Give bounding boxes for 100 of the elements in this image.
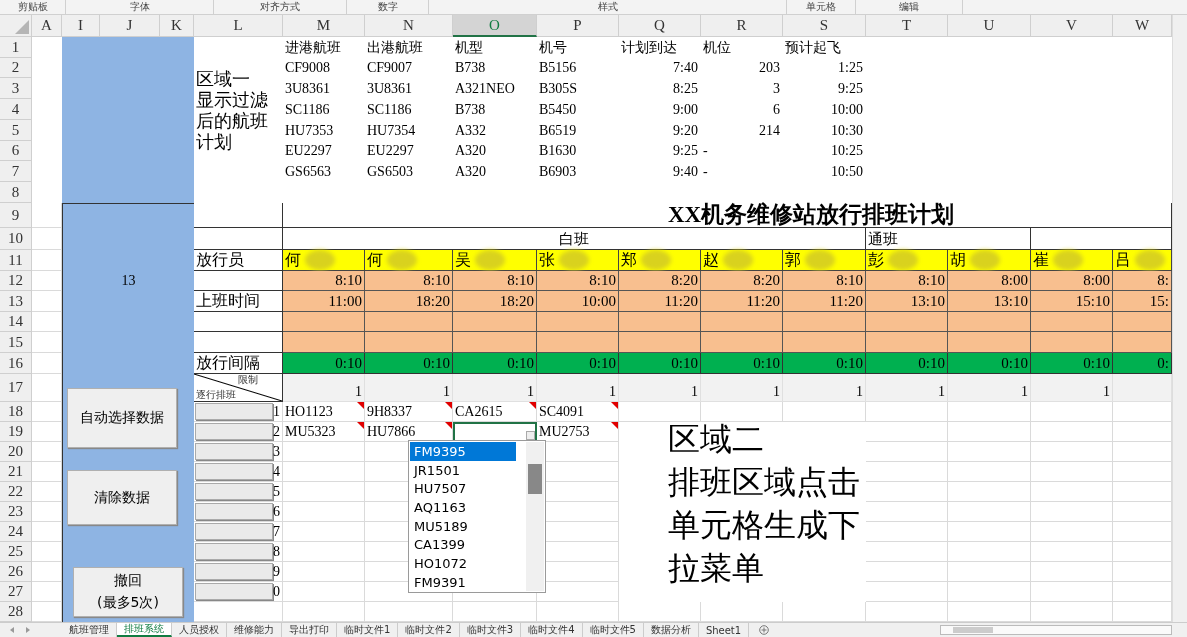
- sheet-tab[interactable]: 数据分析: [643, 623, 699, 637]
- row-index: 0: [273, 584, 280, 599]
- column-header[interactable]: N: [365, 15, 453, 37]
- table-cell-text: B5156: [538, 59, 578, 77]
- column-header[interactable]: S: [783, 15, 866, 37]
- row-button[interactable]: [195, 463, 273, 480]
- flight-code[interactable]: MU2753: [539, 425, 590, 439]
- sheet-tab[interactable]: 临时文件3: [459, 623, 522, 637]
- column-header[interactable]: V: [1031, 15, 1113, 37]
- dropdown-item[interactable]: MU5189: [410, 516, 516, 536]
- scrollbar[interactable]: [1172, 15, 1187, 622]
- table-cell: 0:10: [283, 353, 365, 374]
- dropdown-item[interactable]: JR1501: [410, 460, 516, 480]
- row-button[interactable]: [195, 403, 273, 420]
- row-number: 12: [0, 271, 32, 291]
- column-header[interactable]: P: [537, 15, 619, 37]
- ribbon-group-label: 样式: [597, 2, 618, 12]
- table-cell-text: B738: [454, 101, 487, 119]
- column-label: 机号: [538, 39, 568, 57]
- row-button[interactable]: [195, 423, 273, 440]
- column-header[interactable]: W: [1113, 15, 1172, 37]
- table-cell-text: 10:30: [830, 122, 864, 140]
- dropdown-item[interactable]: HO1072: [410, 554, 516, 573]
- flight-code[interactable]: HU7866: [367, 425, 416, 439]
- column-header[interactable]: I: [62, 15, 100, 37]
- table-cell-text: -: [702, 142, 709, 160]
- row-number: 1: [0, 37, 32, 58]
- table-cell-text: EU2297: [284, 142, 333, 160]
- column-header[interactable]: J: [100, 15, 160, 37]
- dropdown-item[interactable]: AQ1163: [410, 498, 516, 517]
- table-cell: 10:00: [537, 291, 619, 312]
- column-header[interactable]: K: [160, 15, 194, 37]
- redaction-mark: [1135, 250, 1165, 270]
- sheet-tab[interactable]: 维修能力: [227, 623, 282, 637]
- row-button[interactable]: [195, 563, 273, 580]
- sheet-tab[interactable]: 排班系统: [117, 623, 172, 637]
- row-button[interactable]: [195, 523, 273, 540]
- action-button[interactable]: 清除数据: [67, 470, 177, 525]
- redaction-mark: [559, 250, 589, 270]
- dropdown-item[interactable]: FM9395: [410, 442, 516, 461]
- flight-code[interactable]: MU5323: [285, 425, 336, 439]
- next-icon[interactable]: [24, 626, 32, 634]
- dropdown-item[interactable]: FM9391: [410, 572, 516, 592]
- sheet-tab[interactable]: 临时文件4: [521, 623, 583, 637]
- sheet-tab[interactable]: 临时文件2: [398, 623, 460, 637]
- table-cell: 1: [537, 374, 619, 402]
- header-text: 逐行排班: [196, 390, 236, 400]
- flight-code[interactable]: CA2615: [455, 405, 503, 419]
- sheet-tab[interactable]: 临时文件5: [582, 623, 644, 637]
- action-button[interactable]: 自动选择数据: [67, 388, 177, 448]
- table-cell: 8:20: [701, 271, 783, 291]
- schedule-title: XX机务维修站放行排班计划: [283, 203, 1172, 228]
- row-index: 2: [273, 424, 280, 439]
- previous-icon[interactable]: [8, 626, 16, 634]
- staff-name: 郭: [785, 252, 801, 268]
- row-number: 2: [0, 58, 32, 78]
- row-button[interactable]: [195, 503, 273, 520]
- table-cell: 0:10: [948, 353, 1031, 374]
- table-cell-text: CF9008: [284, 59, 332, 77]
- column-header[interactable]: L: [194, 15, 283, 37]
- dropdown-item[interactable]: CA1399: [410, 535, 516, 555]
- row-button[interactable]: [195, 583, 273, 600]
- row-index: 3: [273, 444, 280, 459]
- column-header[interactable]: A: [32, 15, 62, 37]
- scrollbar[interactable]: [526, 442, 544, 591]
- table-cell: 0:10: [619, 353, 701, 374]
- row-button[interactable]: [195, 443, 273, 460]
- column-header[interactable]: M: [283, 15, 365, 37]
- selected-cell[interactable]: [453, 422, 537, 442]
- sheet-tab[interactable]: 人员授权: [172, 623, 227, 637]
- sheet-tab[interactable]: 导出打印: [282, 623, 337, 637]
- table-cell-text: 7:40: [672, 59, 699, 77]
- table-cell-text: 10:50: [830, 163, 864, 181]
- flight-code[interactable]: SC4091: [539, 405, 585, 419]
- row-number: 24: [0, 522, 32, 542]
- sheet-tab[interactable]: 临时文件1: [337, 623, 399, 637]
- table-cell: 13:10: [948, 291, 1031, 312]
- column-header[interactable]: R: [701, 15, 783, 37]
- column-header[interactable]: Q: [619, 15, 701, 37]
- column-header[interactable]: U: [948, 15, 1031, 37]
- table-cell: 0:10: [1031, 353, 1113, 374]
- select-all-corner[interactable]: [0, 15, 32, 37]
- row-button[interactable]: [195, 483, 273, 500]
- dropdown-item[interactable]: HU7507: [410, 479, 516, 499]
- flight-code[interactable]: HO1123: [285, 405, 333, 419]
- row-number: 15: [0, 332, 32, 353]
- flight-code[interactable]: 9H8337: [367, 405, 413, 419]
- table-cell-text: A321NEO: [454, 80, 516, 98]
- action-button[interactable]: 撤回 (最多5次): [73, 567, 183, 617]
- row-button[interactable]: [195, 543, 273, 560]
- table-cell-text: SC1186: [366, 101, 413, 119]
- table-cell: 1: [701, 374, 783, 402]
- sheet-tab[interactable]: Sheet1: [698, 623, 750, 637]
- table-cell: 1: [619, 374, 701, 402]
- add-icon[interactable]: [759, 625, 770, 635]
- scrollbar[interactable]: [940, 625, 1172, 635]
- column-header[interactable]: O: [453, 15, 537, 37]
- column-header[interactable]: T: [866, 15, 948, 37]
- table-cell-text: EU2297: [366, 142, 415, 160]
- table-cell-text: 9:40: [672, 163, 699, 181]
